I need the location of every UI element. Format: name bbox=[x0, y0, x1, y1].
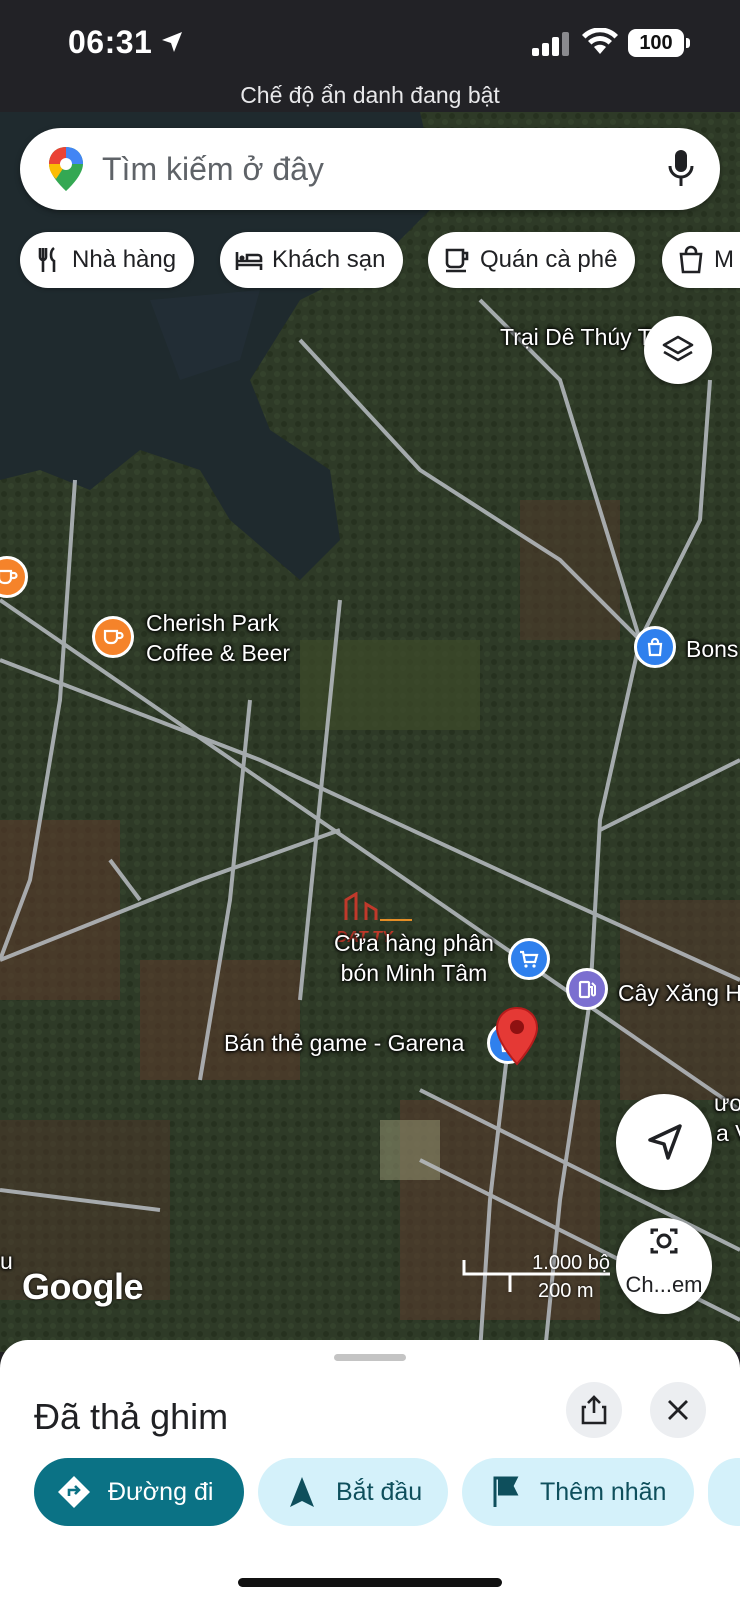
map-label-right-edge-2[interactable]: a Vă bbox=[716, 1118, 740, 1148]
chip-coffee-label: Quán cà phê bbox=[480, 246, 618, 273]
lens-button[interactable]: Ch...em bbox=[616, 1218, 712, 1314]
sheet-title: Đã thả ghim bbox=[34, 1396, 229, 1437]
status-bar: 06:31 100 Chế độ ẩn danh đang bật bbox=[0, 0, 740, 112]
chip-coffee[interactable]: Quán cà phê bbox=[428, 232, 636, 288]
navigation-start-icon bbox=[290, 1477, 314, 1507]
map-label-bons[interactable]: Bons bbox=[686, 634, 738, 664]
cherish-line2: Coffee & Beer bbox=[146, 640, 291, 666]
camera-lens-icon bbox=[650, 1228, 678, 1254]
incognito-banner: Chế độ ẩn danh đang bật bbox=[240, 82, 500, 108]
location-arrow-icon bbox=[162, 32, 182, 52]
share-button[interactable] bbox=[566, 1382, 622, 1438]
cua-hang-line1: Cửa hàng phân bbox=[334, 930, 494, 956]
search-bar[interactable] bbox=[20, 128, 720, 210]
share-icon bbox=[581, 1395, 607, 1425]
cua-hang-line2: bón Minh Tâm bbox=[340, 960, 488, 986]
map-label-cua-hang[interactable]: Cửa hàng phân bón Minh Tâm bbox=[334, 928, 494, 988]
dropped-pin-icon[interactable] bbox=[494, 1006, 540, 1070]
flag-icon bbox=[493, 1476, 519, 1507]
chip-hotels-label: Khách sạn bbox=[272, 246, 386, 273]
map-label-cay-xang[interactable]: Cây Xăng H bbox=[618, 978, 740, 1008]
map-label-trai-de[interactable]: Trại Dê Thúy T bbox=[500, 322, 652, 352]
add-label-label: Thêm nhãn bbox=[540, 1477, 667, 1506]
my-location-button[interactable] bbox=[616, 1094, 712, 1190]
directions-label: Đường đi bbox=[108, 1477, 214, 1506]
cherish-line1: Cherish Park bbox=[146, 610, 279, 636]
map-scale: 1.000 bộ 200 m bbox=[462, 1250, 612, 1302]
chip-shopping-label: M bbox=[714, 246, 734, 273]
coffee-icon bbox=[445, 248, 469, 273]
shopping-poi-icon[interactable] bbox=[634, 626, 676, 668]
start-label: Bắt đầu bbox=[336, 1477, 423, 1506]
map-label-ban-the[interactable]: Bán thẻ game - Garena bbox=[224, 1028, 464, 1058]
google-logo: Google bbox=[22, 1266, 144, 1307]
microphone-icon[interactable] bbox=[666, 148, 696, 190]
scale-meters: 200 m bbox=[538, 1280, 594, 1302]
gas-station-poi-icon[interactable] bbox=[566, 968, 608, 1010]
scale-feet: 1.000 bộ bbox=[532, 1252, 610, 1274]
layers-icon bbox=[662, 335, 694, 362]
map-label-left-edge[interactable]: u bbox=[0, 1246, 13, 1276]
cherish-park-coffee-icon[interactable] bbox=[92, 616, 134, 658]
chip-restaurants[interactable]: Nhà hàng bbox=[20, 232, 195, 288]
start-button[interactable]: Bắt đầu bbox=[258, 1458, 448, 1526]
wifi-icon bbox=[582, 28, 618, 54]
add-label-button[interactable]: Thêm nhãn bbox=[462, 1458, 694, 1526]
close-button[interactable] bbox=[650, 1382, 706, 1438]
lens-label: Ch...em bbox=[625, 1272, 703, 1297]
home-indicator bbox=[238, 1578, 502, 1587]
search-input[interactable] bbox=[102, 148, 642, 190]
sheet-drag-handle[interactable] bbox=[334, 1354, 406, 1361]
directions-button[interactable]: Đường đi bbox=[34, 1458, 244, 1526]
shopping-bag-icon bbox=[679, 245, 703, 274]
bottom-sheet[interactable]: Đã thả ghim Đường đi Bắt đầu Thêm nhãn bbox=[0, 1340, 740, 1600]
hotel-icon bbox=[235, 252, 263, 270]
map-label-right-edge-1[interactable]: ươn bbox=[714, 1088, 740, 1118]
chip-hotels[interactable]: Khách sạn bbox=[220, 232, 404, 288]
status-time: 06:31 bbox=[68, 24, 153, 60]
chip-restaurants-label: Nhà hàng bbox=[72, 246, 177, 273]
layers-button[interactable] bbox=[644, 316, 712, 384]
shopping-cart-poi-icon[interactable] bbox=[508, 938, 550, 980]
map-label-cherish-park[interactable]: Cherish Park Coffee & Beer bbox=[146, 608, 290, 668]
directions-icon bbox=[58, 1476, 90, 1508]
chip-shopping[interactable]: M bbox=[662, 232, 740, 288]
watermark-graphic bbox=[344, 891, 412, 921]
more-actions-button[interactable] bbox=[708, 1458, 740, 1526]
restaurant-icon bbox=[38, 246, 56, 272]
navigation-arrow-icon bbox=[648, 1124, 682, 1160]
battery-indicator: 100 bbox=[628, 29, 690, 57]
cellular-signal-icon bbox=[532, 32, 569, 56]
close-icon bbox=[668, 1400, 688, 1420]
google-maps-pin-icon bbox=[49, 147, 83, 191]
